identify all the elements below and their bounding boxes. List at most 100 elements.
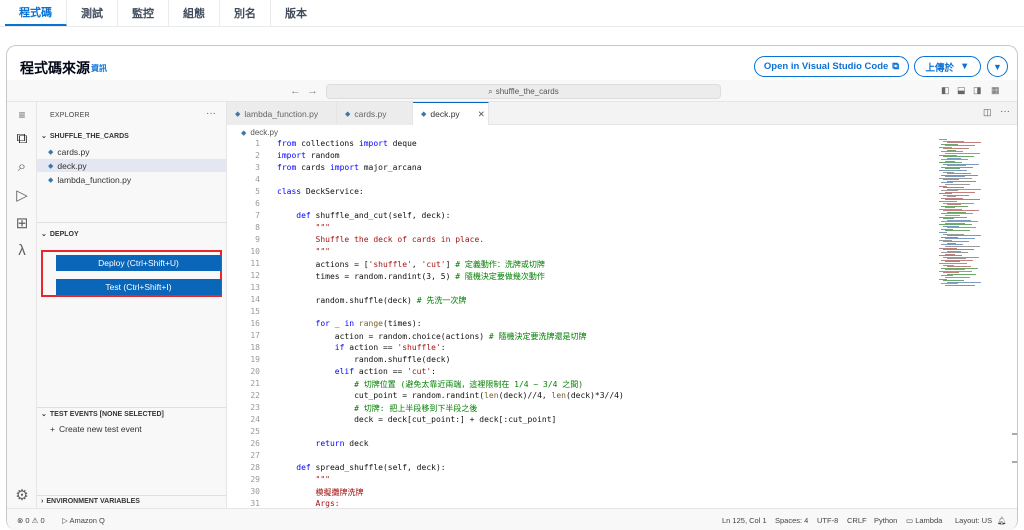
tab-label: deck.py <box>430 109 460 119</box>
search-icon: ⌕ <box>488 86 493 96</box>
run-debug-icon[interactable]: ▷ <box>14 186 30 204</box>
code-line: random.shuffle(deck) # 先洗一次牌 <box>277 296 467 305</box>
tab-code[interactable]: 程式碼 <box>5 0 67 26</box>
folder-header[interactable]: ⌄ SHUFFLE_THE_CARDS <box>37 132 129 141</box>
code-line: return deck <box>315 439 369 448</box>
toggle-sidebar-icon[interactable]: ◧ <box>941 85 950 96</box>
lambda-runtime-icon: ▭ <box>906 516 914 525</box>
layout-icon[interactable]: ▦ <box>991 85 1000 96</box>
close-icon[interactable]: ✕ <box>478 109 485 120</box>
minimap-line <box>945 230 970 232</box>
code-editor[interactable]: ◆ deck.py 1 from collections import deque… <box>227 125 1017 508</box>
code-line: times = random.randint(3, 5) # 隨機決定要做幾次動… <box>277 272 545 281</box>
external-link-icon: ⧉ <box>892 61 900 72</box>
code-line: deck = deck[cut_point:] + deck[:cut_poin… <box>277 415 557 424</box>
line-ending[interactable]: CRLF <box>847 516 867 525</box>
python-file-icon: ◆ <box>345 110 351 118</box>
back-arrow-icon[interactable]: ← <box>290 85 301 97</box>
settings-gear-icon[interactable]: ⚙ <box>14 486 30 504</box>
env-vars-header[interactable]: › ENVIRONMENT VARIABLES <box>37 498 140 505</box>
breadcrumb: ◆ deck.py <box>241 128 278 137</box>
cursor-position[interactable]: Ln 125, Col 1 <box>722 516 767 525</box>
tab-lambda-function-py[interactable]: ◆ lambda_function.py <box>227 102 337 125</box>
tab-deck-py[interactable]: ◆ deck.py ✕ <box>413 102 489 125</box>
tab-configuration[interactable]: 組態 <box>169 0 220 26</box>
problems-indicator[interactable]: ⊗ 0 ⚠ 0 <box>17 516 45 525</box>
minimap[interactable] <box>939 139 1009 289</box>
notifications-icon[interactable]: 🔔︎ <box>997 516 1007 525</box>
tab-label: cards.py <box>354 108 387 119</box>
line-number: 14 <box>250 295 260 304</box>
file-name: deck.py <box>57 160 87 171</box>
console-tabs: 程式碼 測試 監控 組態 別名 版本 <box>0 0 1024 27</box>
language-mode[interactable]: Python <box>874 516 897 525</box>
test-button[interactable]: Test (Ctrl+Shift+I) <box>56 279 221 295</box>
split-editor-icon[interactable]: ◫ <box>983 107 992 118</box>
python-file-icon: ◆ <box>48 162 54 170</box>
file-deck-py[interactable]: ◆ deck.py <box>37 159 226 172</box>
tab-versions[interactable]: 版本 <box>271 0 321 26</box>
python-file-icon: ◆ <box>421 111 427 118</box>
deploy-section-header[interactable]: ⌄ DEPLOY <box>37 230 79 239</box>
code-line: """ <box>277 475 330 484</box>
search-icon[interactable]: ⌕ <box>14 158 30 175</box>
line-number: 8 <box>255 223 260 232</box>
line-number: 28 <box>250 463 260 472</box>
extensions-icon[interactable]: ⊞ <box>14 214 30 232</box>
tab-cards-py[interactable]: ◆ cards.py <box>337 102 413 125</box>
line-number: 11 <box>250 259 260 268</box>
command-search-input[interactable]: ⌕ shuffle_the_cards <box>326 84 721 99</box>
upload-label: 上傳於 <box>925 62 955 74</box>
code-editor-ide: ← → ⌕ shuffle_the_cards ◧ ⬓ ◨ ▦ ≡ ⧉ ⌕ ▷ … <box>7 80 1017 530</box>
create-test-event[interactable]: + Create new test event <box>37 422 226 435</box>
line-number: 6 <box>255 199 260 208</box>
toggle-panel-icon[interactable]: ⬓ <box>957 85 966 96</box>
panel-title: 程式碼來源 <box>20 60 90 76</box>
line-number: 23 <box>250 403 260 412</box>
line-number: 25 <box>250 427 260 436</box>
more-actions-icon[interactable]: ··· <box>1000 106 1010 117</box>
line-number: 13 <box>250 283 260 292</box>
amazon-q-status[interactable]: ▷ Amazon Q <box>62 516 105 525</box>
file-cards-py[interactable]: ◆ cards.py <box>37 145 226 158</box>
open-vscode-button[interactable]: Open in Visual Studio Code ⧉ <box>754 56 909 77</box>
runtime-status[interactable]: ▭ Lambda <box>906 516 942 525</box>
upload-from-button[interactable]: 上傳於 ▼ <box>914 56 981 77</box>
code-line: from cards import major_arcana <box>277 163 422 172</box>
code-line: # 切牌: 把上半段移到下半段之後 <box>354 404 478 413</box>
file-name: cards.py <box>57 146 90 157</box>
code-line: def shuffle_and_cut(self, deck): <box>296 211 451 220</box>
breadcrumb-file[interactable]: deck.py <box>250 128 278 137</box>
scrollbar-marker <box>1012 461 1017 463</box>
env-vars-label: ENVIRONMENT VARIABLES <box>46 498 140 505</box>
warning-count: 0 <box>40 516 45 525</box>
lambda-icon[interactable]: λ <box>14 242 30 259</box>
search-text: shuffle_the_cards <box>495 87 559 96</box>
menu-icon[interactable]: ≡ <box>14 108 30 122</box>
info-link[interactable]: 資訊 <box>91 63 107 74</box>
divider <box>37 495 227 496</box>
code-line: if action == 'shuffle': <box>334 343 446 352</box>
keyboard-layout[interactable]: Layout: US <box>955 516 992 525</box>
divider <box>37 407 227 408</box>
toggle-secondary-icon[interactable]: ◨ <box>973 85 982 96</box>
file-lambda-function-py[interactable]: ◆ lambda_function.py <box>37 173 226 186</box>
line-number: 21 <box>250 379 260 388</box>
minimap-line <box>945 276 970 278</box>
explorer-icon[interactable]: ⧉ <box>14 130 30 147</box>
tab-aliases[interactable]: 別名 <box>220 0 271 26</box>
deploy-button[interactable]: Deploy (Ctrl+Shift+U) <box>56 255 221 271</box>
more-actions-icon[interactable]: ··· <box>206 108 216 119</box>
encoding[interactable]: UTF-8 <box>817 516 838 525</box>
test-events-header[interactable]: ⌄ TEST EVENTS [NONE SELECTED] <box>37 410 164 419</box>
collapse-button[interactable]: ▼ <box>987 56 1008 77</box>
folder-name: SHUFFLE_THE_CARDS <box>49 132 129 140</box>
tab-test[interactable]: 測試 <box>67 0 118 26</box>
forward-arrow-icon[interactable]: → <box>307 85 318 97</box>
tab-monitor[interactable]: 監控 <box>118 0 169 26</box>
line-number: 3 <box>255 163 260 172</box>
code-line: elif action == 'cut': <box>334 367 436 376</box>
indentation[interactable]: Spaces: 4 <box>775 516 808 525</box>
code-line: for _ in range(times): <box>315 319 422 328</box>
code-line: # 切牌位置 (避免太靠近兩端，這裡限制在 1/4 ~ 3/4 之間) <box>354 380 584 389</box>
